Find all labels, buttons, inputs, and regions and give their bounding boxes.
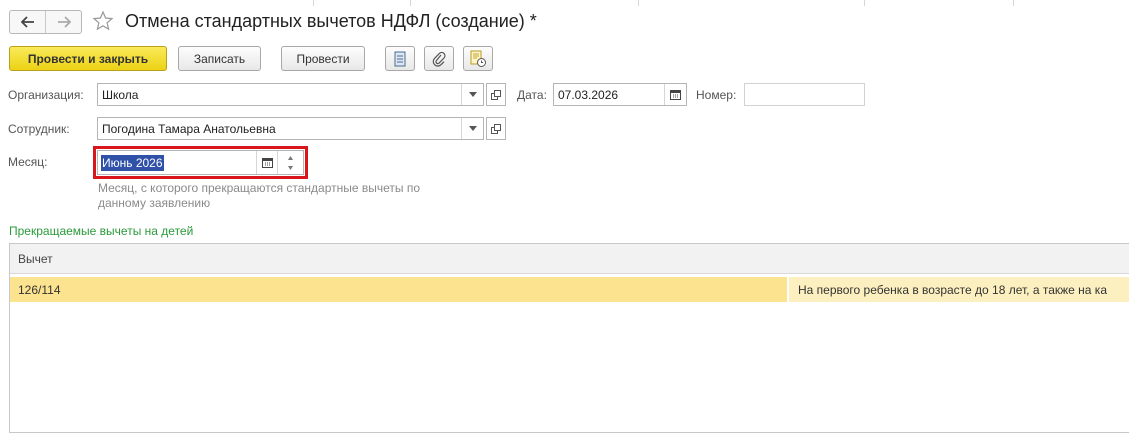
page-title: Отмена стандартных вычетов НДФЛ (создани… <box>125 11 537 31</box>
history-button[interactable] <box>463 46 493 71</box>
attach-button[interactable] <box>424 46 454 71</box>
post-button[interactable]: Провести <box>281 46 365 71</box>
deductions-table: Вычет 126/114 На первого ребенка в возра… <box>9 243 1129 433</box>
arrow-right-icon <box>57 16 71 28</box>
back-button[interactable] <box>10 11 45 33</box>
table-row[interactable]: 126/114 На первого ребенка в возрасте до… <box>10 277 1129 302</box>
employee-field[interactable]: Погодина Тамара Анатольевна <box>97 117 484 140</box>
open-icon <box>491 89 501 100</box>
month-calendar-button[interactable] <box>256 151 277 174</box>
post-and-close-button[interactable]: Провести и закрыть <box>9 46 167 71</box>
table-header: Вычет <box>10 244 1129 274</box>
report-button[interactable] <box>385 46 415 71</box>
favorite-button[interactable] <box>92 10 114 32</box>
report-icon <box>394 51 406 66</box>
history-nav <box>9 10 82 34</box>
date-value: 07.03.2026 <box>558 87 619 102</box>
open-icon <box>491 123 501 134</box>
save-button[interactable]: Записать <box>178 46 261 71</box>
top-divider <box>1013 0 1014 6</box>
chevron-down-icon <box>468 126 477 131</box>
paperclip-icon <box>432 51 446 67</box>
top-divider <box>638 0 639 6</box>
organization-label: Организация: <box>8 88 84 102</box>
month-value: Июнь 2026 <box>101 154 164 171</box>
organization-value: Школа <box>102 87 139 102</box>
top-divider <box>864 0 865 6</box>
date-calendar-button[interactable] <box>664 84 686 105</box>
deduction-description-cell[interactable]: На первого ребенка в возрасте до 18 лет,… <box>787 277 1129 302</box>
forward-button[interactable] <box>45 11 81 33</box>
calendar-icon <box>670 90 681 100</box>
chevron-down-icon <box>468 92 477 97</box>
organization-open-button[interactable] <box>486 83 506 106</box>
column-header-deduction[interactable]: Вычет <box>10 252 53 266</box>
calendar-icon <box>261 158 273 168</box>
month-spinner[interactable] <box>277 151 303 174</box>
organization-field[interactable]: Школа <box>97 83 484 106</box>
number-label: Номер: <box>696 88 737 102</box>
month-field[interactable]: Июнь 2026 <box>97 150 304 175</box>
date-field[interactable]: 07.03.2026 <box>553 83 687 106</box>
organization-dropdown[interactable] <box>461 84 483 105</box>
document-clock-icon <box>470 50 486 67</box>
employee-open-button[interactable] <box>486 117 506 140</box>
month-hint: Месяц, с которого прекращаются стандартн… <box>98 181 421 210</box>
employee-value: Погодина Тамара Анатольевна <box>102 121 276 136</box>
top-divider <box>313 0 314 6</box>
employee-dropdown[interactable] <box>461 118 483 139</box>
number-field[interactable] <box>744 83 865 106</box>
date-label: Дата: <box>517 88 547 102</box>
arrow-left-icon <box>20 16 34 28</box>
employee-label: Сотрудник: <box>8 122 70 136</box>
top-divider <box>410 0 411 6</box>
spin-icon <box>288 155 293 170</box>
deduction-code-cell[interactable]: 126/114 <box>10 277 787 302</box>
section-title: Прекращаемые вычеты на детей <box>9 224 194 238</box>
month-label: Месяц: <box>8 155 48 169</box>
star-icon <box>92 10 114 31</box>
